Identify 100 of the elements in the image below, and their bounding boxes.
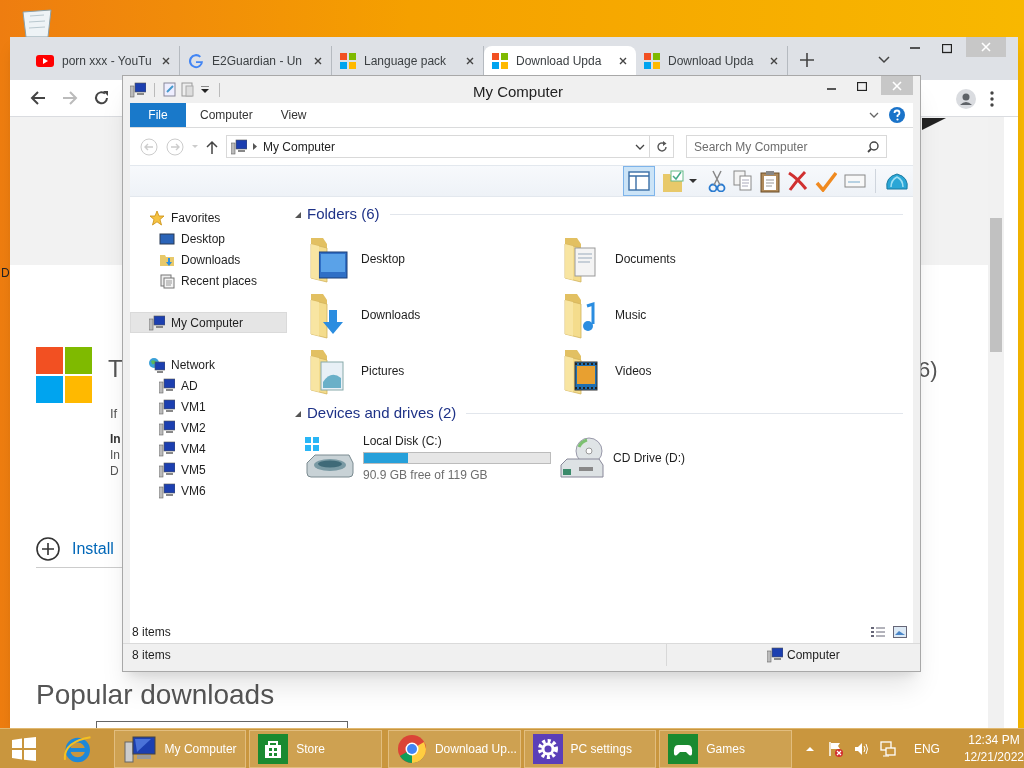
game-controller-icon <box>668 733 699 764</box>
folder-item[interactable]: Local Disk (C:) 90.9 GB free of 119 GB <box>295 430 549 486</box>
folder-item[interactable]: Music <box>549 287 803 343</box>
layout-pane-button[interactable] <box>623 166 655 196</box>
collapse-arrow-icon[interactable] <box>295 410 301 417</box>
up-arrow-icon[interactable] <box>206 139 218 154</box>
close-icon[interactable] <box>618 55 628 66</box>
nav-item[interactable]: My Computer <box>130 312 287 333</box>
reload-icon[interactable] <box>94 90 110 106</box>
computer-icon <box>231 138 247 155</box>
nav-item[interactable]: VM5 <box>130 459 287 480</box>
scrollbar[interactable] <box>988 117 1004 728</box>
computer-icon <box>159 482 175 499</box>
maximize-icon[interactable] <box>942 44 952 54</box>
customize-caret-icon[interactable] <box>201 86 209 93</box>
nav-item[interactable]: Recent places <box>130 270 287 291</box>
collapse-arrow-icon[interactable] <box>295 211 301 218</box>
desktop-icon <box>159 230 175 247</box>
address-bar[interactable]: My Computer <box>226 135 650 158</box>
status-text: 8 items <box>132 647 172 664</box>
item-label: Desktop <box>361 251 406 268</box>
layout-icon <box>628 171 650 191</box>
video-play-icon <box>36 52 54 69</box>
shell-icon[interactable] <box>885 171 909 191</box>
close-icon[interactable] <box>465 55 475 66</box>
folder-item[interactable]: Downloads <box>295 287 549 343</box>
close-icon <box>981 42 991 52</box>
windows-logo-icon <box>11 736 36 761</box>
ribbon-tab[interactable]: View <box>266 103 321 127</box>
close-icon[interactable] <box>313 55 323 66</box>
details-view-icon[interactable] <box>871 626 885 638</box>
folder-item[interactable]: CD Drive (D:) <box>549 430 803 486</box>
group-header[interactable]: Devices and drives (2) <box>307 402 457 425</box>
status-text: Computer <box>787 647 840 664</box>
flag-warning-icon[interactable] <box>827 740 844 757</box>
clipboard-icon[interactable] <box>760 169 780 193</box>
dropdown-caret-icon[interactable] <box>689 179 697 183</box>
nav-item[interactable]: Network <box>130 354 287 375</box>
folder-item[interactable]: Videos <box>549 343 803 399</box>
new-tab-icon[interactable] <box>800 53 814 67</box>
x-mark-icon[interactable] <box>787 170 808 192</box>
dark-corner-icon <box>922 118 946 130</box>
refresh-button[interactable] <box>649 135 674 158</box>
computer-icon <box>767 647 783 663</box>
documents-icon <box>159 272 175 289</box>
computer-icon <box>122 733 157 764</box>
nav-item[interactable]: VM6 <box>130 480 287 501</box>
shopping-bag-icon <box>258 733 289 764</box>
four-squares-icon <box>644 52 660 69</box>
g-letter-icon <box>188 52 204 69</box>
large-icons-view-icon[interactable] <box>893 626 907 638</box>
folder-item[interactable]: Documents <box>549 231 803 287</box>
body-text: If <box>110 405 118 423</box>
expand-ribbon-icon[interactable] <box>869 111 879 119</box>
folder-item[interactable]: Desktop <box>295 231 549 287</box>
item-count: 8 items <box>132 624 171 641</box>
install-link[interactable]: Install <box>72 537 114 561</box>
computer-icon <box>159 461 175 478</box>
maximize-icon[interactable] <box>857 82 867 91</box>
search-field[interactable]: Search My Computer <box>686 135 887 158</box>
four-squares-logo <box>36 347 92 403</box>
plus-circle-icon[interactable] <box>36 537 60 561</box>
item-label: Downloads <box>361 307 421 324</box>
chevron-down-icon[interactable] <box>878 56 890 64</box>
nav-item[interactable]: VM1 <box>130 396 287 417</box>
close-icon[interactable] <box>769 55 779 66</box>
nav-item[interactable]: AD <box>130 375 287 396</box>
computer-icon <box>159 440 175 457</box>
ribbon-tab[interactable]: Computer <box>186 103 267 127</box>
dropdown-caret-icon[interactable] <box>635 144 645 151</box>
refresh-icon <box>655 140 668 153</box>
scrollbar-thumb[interactable] <box>990 218 1002 352</box>
nav-item[interactable]: VM4 <box>130 438 287 459</box>
browser-tab[interactable]: Download Upda <box>484 46 636 75</box>
close-icon[interactable] <box>161 55 171 66</box>
network-icon <box>149 356 165 373</box>
breadcrumb-arrow-icon[interactable] <box>253 143 257 150</box>
properties-icon[interactable] <box>163 82 177 97</box>
chrome-circle-icon <box>396 733 427 764</box>
nav-item[interactable]: Downloads <box>130 249 287 270</box>
nav-item[interactable]: VM2 <box>130 417 287 438</box>
more-menu-icon[interactable] <box>990 91 994 107</box>
section-heading: Popular downloads <box>36 678 275 712</box>
item-detail: 90.9 GB free of 119 GB <box>363 467 489 484</box>
gear-icon <box>532 733 563 764</box>
four-squares-icon <box>492 52 508 69</box>
item-label: Pictures <box>361 363 405 380</box>
recycle-bin-icon <box>20 8 54 37</box>
rename-field-icon[interactable] <box>844 171 866 191</box>
scissors-icon[interactable] <box>708 170 726 192</box>
help-icon[interactable] <box>889 107 905 123</box>
hard-drive-icon <box>305 437 355 479</box>
avatar-icon[interactable] <box>956 89 976 109</box>
show-hidden-icons-caret[interactable] <box>805 745 814 752</box>
nav-item[interactable]: Desktop <box>130 228 287 249</box>
group-header[interactable]: Folders (6) <box>307 203 380 226</box>
nav-item[interactable]: Favorites <box>130 207 287 228</box>
checkmark-icon[interactable] <box>815 170 837 192</box>
back-arrow-icon[interactable] <box>30 90 46 106</box>
folder-item[interactable]: Pictures <box>295 343 549 399</box>
